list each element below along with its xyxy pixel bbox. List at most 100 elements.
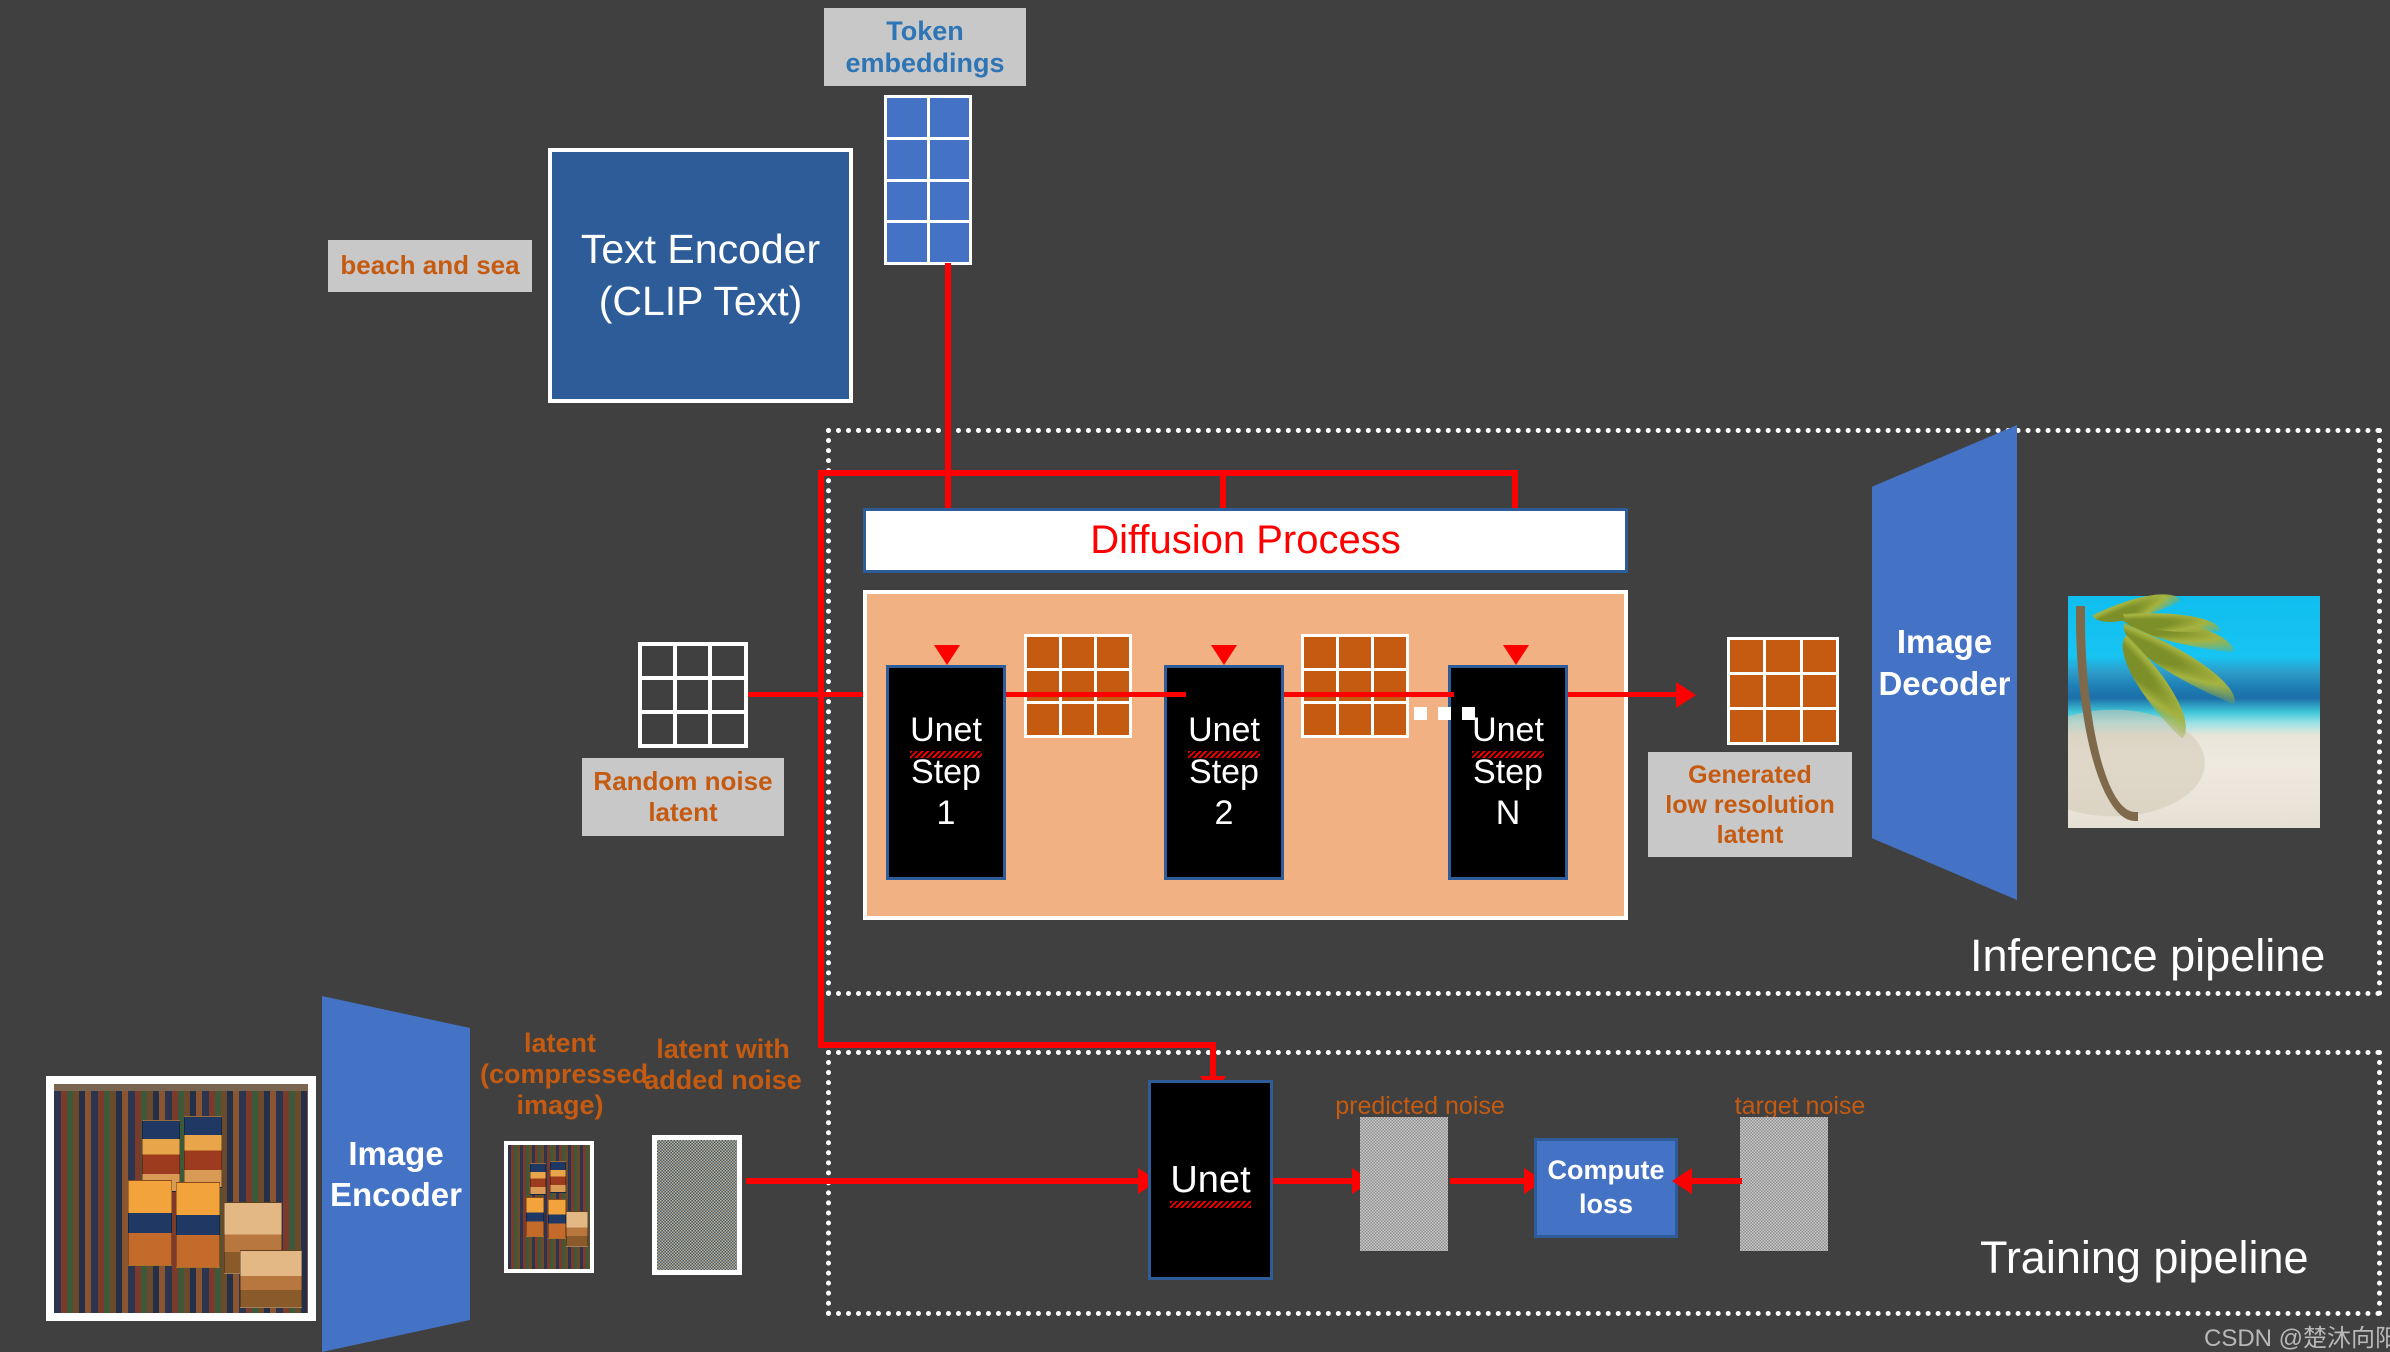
latent-thumb-frame xyxy=(504,1141,594,1273)
latent-compressed-line3: image) xyxy=(516,1090,604,1121)
book-cover-4 xyxy=(176,1182,220,1268)
bus-left-leg-horizontal xyxy=(818,1042,1216,1048)
token-to-bus-line xyxy=(945,263,951,473)
generated-latent-arrowhead xyxy=(1676,682,1696,708)
latent-cell xyxy=(1730,640,1764,672)
random-noise-label-line2: latent xyxy=(648,797,718,827)
token-embeddings-label: Token embeddings xyxy=(824,8,1026,86)
token-embedding-cell xyxy=(887,98,927,137)
random-noise-latent-grid xyxy=(638,642,748,748)
prompt-text: beach and sea xyxy=(340,250,520,281)
unet-step-n-box[interactable]: Unet Step N xyxy=(1448,665,1568,880)
token-embeddings-grid xyxy=(884,95,972,265)
unet-step-2-line2: Step xyxy=(1189,752,1259,791)
unet-step-2-conditioning-arrow xyxy=(1211,645,1237,665)
unet-step-2-box[interactable]: Unet Step 2 xyxy=(1164,665,1284,880)
generated-latent-label: Generated low resolution latent xyxy=(1648,752,1852,857)
latent-cell xyxy=(1097,704,1129,735)
latent-cell xyxy=(1097,637,1129,668)
ellipsis-dot xyxy=(1438,707,1451,720)
token-embedding-cell xyxy=(887,139,927,179)
noisy-latent-image xyxy=(657,1140,737,1270)
unet1-to-latent1-line xyxy=(1006,692,1186,697)
latent-cell xyxy=(1304,704,1336,735)
training-unet-box[interactable]: Unet xyxy=(1148,1080,1273,1280)
latent-cell xyxy=(1802,675,1836,707)
unet-to-predicted-noise-line xyxy=(1273,1178,1355,1184)
latent-thumb-image xyxy=(508,1145,590,1269)
unet-step-1-line1: Unet xyxy=(910,710,982,759)
text-encoder-box[interactable]: Text Encoder (CLIP Text) xyxy=(548,148,853,403)
text-encoder-line1: Text Encoder xyxy=(580,226,821,273)
diffusion-steps-ellipsis xyxy=(1414,707,1475,720)
training-unet-line1: Unet xyxy=(1170,1158,1251,1208)
intermediate-latent-grid-2 xyxy=(1301,634,1409,738)
latent-compressed-label: latent (compressed image) xyxy=(480,1028,648,1121)
latent-cell xyxy=(1374,637,1406,668)
prompt-chip: beach and sea xyxy=(328,240,532,292)
noisy-latent-label: latent with added noise xyxy=(628,1034,818,1096)
training-pipeline-label: Training pipeline xyxy=(1980,1232,2309,1283)
diagram-canvas: Inference pipeline Training pipeline bea… xyxy=(0,0,2390,1352)
compute-loss-line1: Compute xyxy=(1547,1155,1665,1186)
generated-latent-label-line3: latent xyxy=(1716,820,1784,849)
image-encoder-line1: Image xyxy=(348,1134,444,1172)
latent-book-1 xyxy=(530,1163,546,1195)
training-input-image xyxy=(54,1084,308,1313)
image-decoder-line1: Image xyxy=(1896,623,1993,661)
ellipsis-dot xyxy=(1414,707,1427,720)
unet-step-n-line2: Step xyxy=(1473,752,1543,791)
diffusion-process-header: Diffusion Process xyxy=(863,508,1628,573)
compute-loss-box[interactable]: Compute loss xyxy=(1534,1138,1678,1238)
unet2-to-latent2-line xyxy=(1284,692,1454,697)
latent-compressed-line1: latent xyxy=(523,1028,596,1058)
token-embedding-cell xyxy=(887,223,927,262)
latent-cell xyxy=(1339,637,1371,668)
unet-step-n-line3: N xyxy=(1495,794,1521,833)
unet-step-1-line3: 1 xyxy=(936,794,956,833)
noisy-latent-line1: latent with xyxy=(656,1034,790,1064)
text-encoder-line2: (CLIP Text) xyxy=(598,277,803,324)
token-embedding-cell xyxy=(929,181,969,221)
latent-cell xyxy=(1730,710,1764,742)
latent-book-4 xyxy=(548,1199,566,1239)
target-noise-to-loss-arrowhead xyxy=(1672,1168,1692,1194)
random-noise-latent-label: Random noise latent xyxy=(582,758,784,836)
compute-loss-line2: loss xyxy=(1578,1189,1634,1219)
unet-step-1-box[interactable]: Unet Step 1 xyxy=(886,665,1006,880)
unetn-to-generated-latent-line xyxy=(1568,692,1678,697)
latent-cell xyxy=(1802,640,1836,672)
generated-output-image xyxy=(2068,577,2320,828)
image-encoder-line2: Encoder xyxy=(329,1176,463,1213)
diffusion-process-title: Diffusion Process xyxy=(1090,518,1401,562)
generated-latent-grid xyxy=(1727,637,1839,745)
token-embedding-cell xyxy=(929,223,969,262)
latent-cell xyxy=(1766,675,1800,707)
latent-cell xyxy=(1766,710,1800,742)
noisy-latent-to-unet-line xyxy=(746,1178,1140,1184)
latent-cell xyxy=(1304,637,1336,668)
latent-cell xyxy=(1766,640,1800,672)
token-embedding-cell xyxy=(929,139,969,179)
token-embedding-cell xyxy=(887,181,927,221)
intermediate-latent-grid-1 xyxy=(1024,634,1132,738)
unet-step-1-line2: Step xyxy=(911,752,981,791)
image-encoder-shape[interactable]: Image Encoder xyxy=(322,996,470,1352)
unet-step-1-conditioning-arrow xyxy=(934,645,960,665)
predicted-noise-patch xyxy=(1360,1117,1448,1251)
generated-latent-label-line1: Generated xyxy=(1688,760,1812,789)
book-cover-3 xyxy=(128,1180,172,1266)
image-decoder-line2: Decoder xyxy=(1878,664,2011,702)
latent-cell xyxy=(1062,637,1094,668)
predicted-noise-to-loss-line xyxy=(1450,1178,1528,1184)
training-unet-feed-vertical xyxy=(1210,1042,1216,1080)
watermark-text: CSDN @楚沐向阳 xyxy=(2204,1325,2390,1352)
generated-latent-label-line2: low resolution xyxy=(1665,790,1835,819)
ellipsis-dot xyxy=(1462,707,1475,720)
target-noise-patch xyxy=(1740,1117,1828,1251)
image-decoder-shape[interactable]: Image Decoder xyxy=(1872,425,2017,900)
latent-cell xyxy=(1802,710,1836,742)
token-embedding-cell xyxy=(929,98,969,137)
unet-step-n-conditioning-arrow xyxy=(1503,645,1529,665)
noisy-latent-line2: added noise xyxy=(644,1065,802,1096)
